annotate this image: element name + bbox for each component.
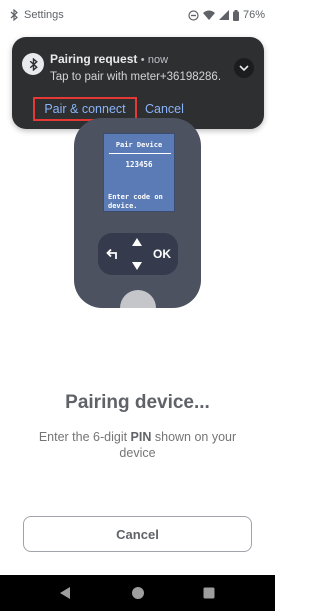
device-screen: Pair Device 123456 Enter code on device. [103, 133, 175, 212]
notification-time: now [147, 54, 169, 66]
arrow-up-icon [131, 235, 143, 249]
device-pairing-code: 123456 [125, 160, 153, 169]
device-screen-message: Enter code on device. [108, 193, 174, 211]
pairing-instructions: Enter the 6-digit PIN shown on your devi… [22, 429, 253, 461]
device-screen-title: Pair Device [115, 141, 163, 149]
arrow-down-icon [131, 259, 143, 273]
device-screen-divider [109, 153, 171, 154]
device-keypad: OK [98, 233, 178, 275]
home-circle-icon[interactable] [131, 586, 145, 600]
status-app-label: Settings [24, 9, 64, 21]
instructions-prefix: Enter the 6-digit [38, 430, 131, 444]
status-bar: Settings 76% [0, 0, 275, 30]
navigation-bar [0, 575, 275, 611]
cancel-button[interactable]: Cancel [23, 516, 252, 552]
page-title: Pairing device... [65, 392, 210, 413]
chevron-down-icon[interactable] [234, 58, 254, 78]
bluetooth-icon [22, 53, 44, 75]
notification-separator: • [140, 54, 145, 66]
instructions-pin: PIN [130, 430, 152, 444]
device-message-line-2: device. [108, 202, 138, 210]
device-ok-key: OK [153, 247, 171, 261]
device-message-line-1: Enter code on [108, 193, 163, 201]
pairing-notification[interactable]: Pairing request • now Tap to pair with m… [12, 37, 264, 129]
notification-text: Tap to pair with meter+36198286. [50, 71, 222, 83]
signal-icon [218, 10, 229, 20]
back-triangle-icon[interactable] [58, 586, 72, 600]
back-arrow-icon [104, 245, 120, 263]
do-not-disturb-icon [188, 9, 199, 21]
bluetooth-icon [10, 9, 18, 21]
notification-title: Pairing request [50, 52, 138, 66]
notification-title-row: Pairing request • now [50, 52, 168, 66]
status-bar-right: 76% [188, 9, 265, 21]
battery-icon [232, 9, 239, 21]
battery-percent: 76% [242, 9, 265, 21]
wifi-icon [202, 10, 215, 20]
status-bar-left: Settings [10, 9, 64, 21]
recents-square-icon[interactable] [202, 586, 216, 600]
